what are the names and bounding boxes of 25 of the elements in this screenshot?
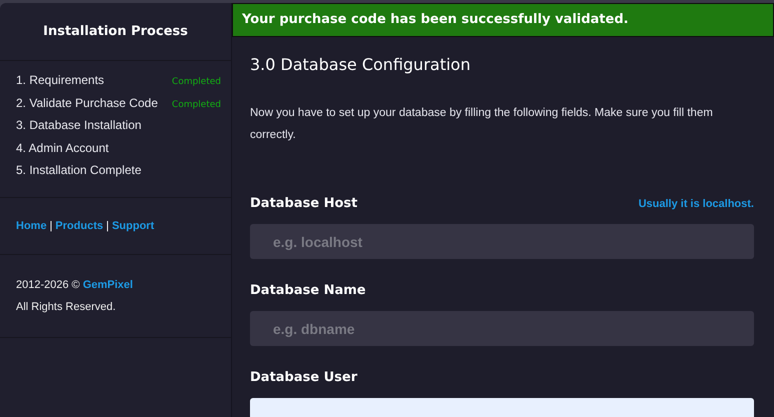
step-label: 3. Database Installation <box>16 118 142 132</box>
field-label: Database Host <box>250 196 358 211</box>
step-label: 4. Admin Account <box>16 140 109 154</box>
sidebar-title: Installation Process <box>42 24 189 39</box>
link-separator: | <box>106 220 109 232</box>
footer-link[interactable]: Home <box>16 220 47 232</box>
field-hint: Usually it is localhost. <box>638 198 754 210</box>
input-field[interactable]: e.g. dbname <box>250 311 754 346</box>
field-label: Database Name <box>250 283 366 298</box>
footer-link[interactable]: Products <box>55 220 104 232</box>
section-heading: 3.0 Database Configuration <box>250 55 472 74</box>
step-label: 5. Installation Complete <box>16 163 142 177</box>
intro-text: Now you have to set up your database by filling the following fields. Make sure you fill them correctly. <box>250 106 714 143</box>
step-status: Completed <box>172 100 221 110</box>
link-separator: | <box>50 220 52 232</box>
rights-text: All Rights Reserved. <box>16 300 117 314</box>
step-label: 2. Validate Purchase Code <box>16 96 158 110</box>
footer-link[interactable]: Support <box>112 220 154 232</box>
step-label: 1. Requirements <box>16 73 104 87</box>
field-label: Database User <box>250 370 358 385</box>
brand-link[interactable]: GemPixel <box>82 278 133 290</box>
success-alert: Your purchase code has been successfully validated. <box>232 3 774 37</box>
step-status: Completed <box>172 77 221 87</box>
copyright-years: 2012-2026 © <box>16 278 80 290</box>
input-field[interactable]: e.g. localhost <box>250 224 754 259</box>
